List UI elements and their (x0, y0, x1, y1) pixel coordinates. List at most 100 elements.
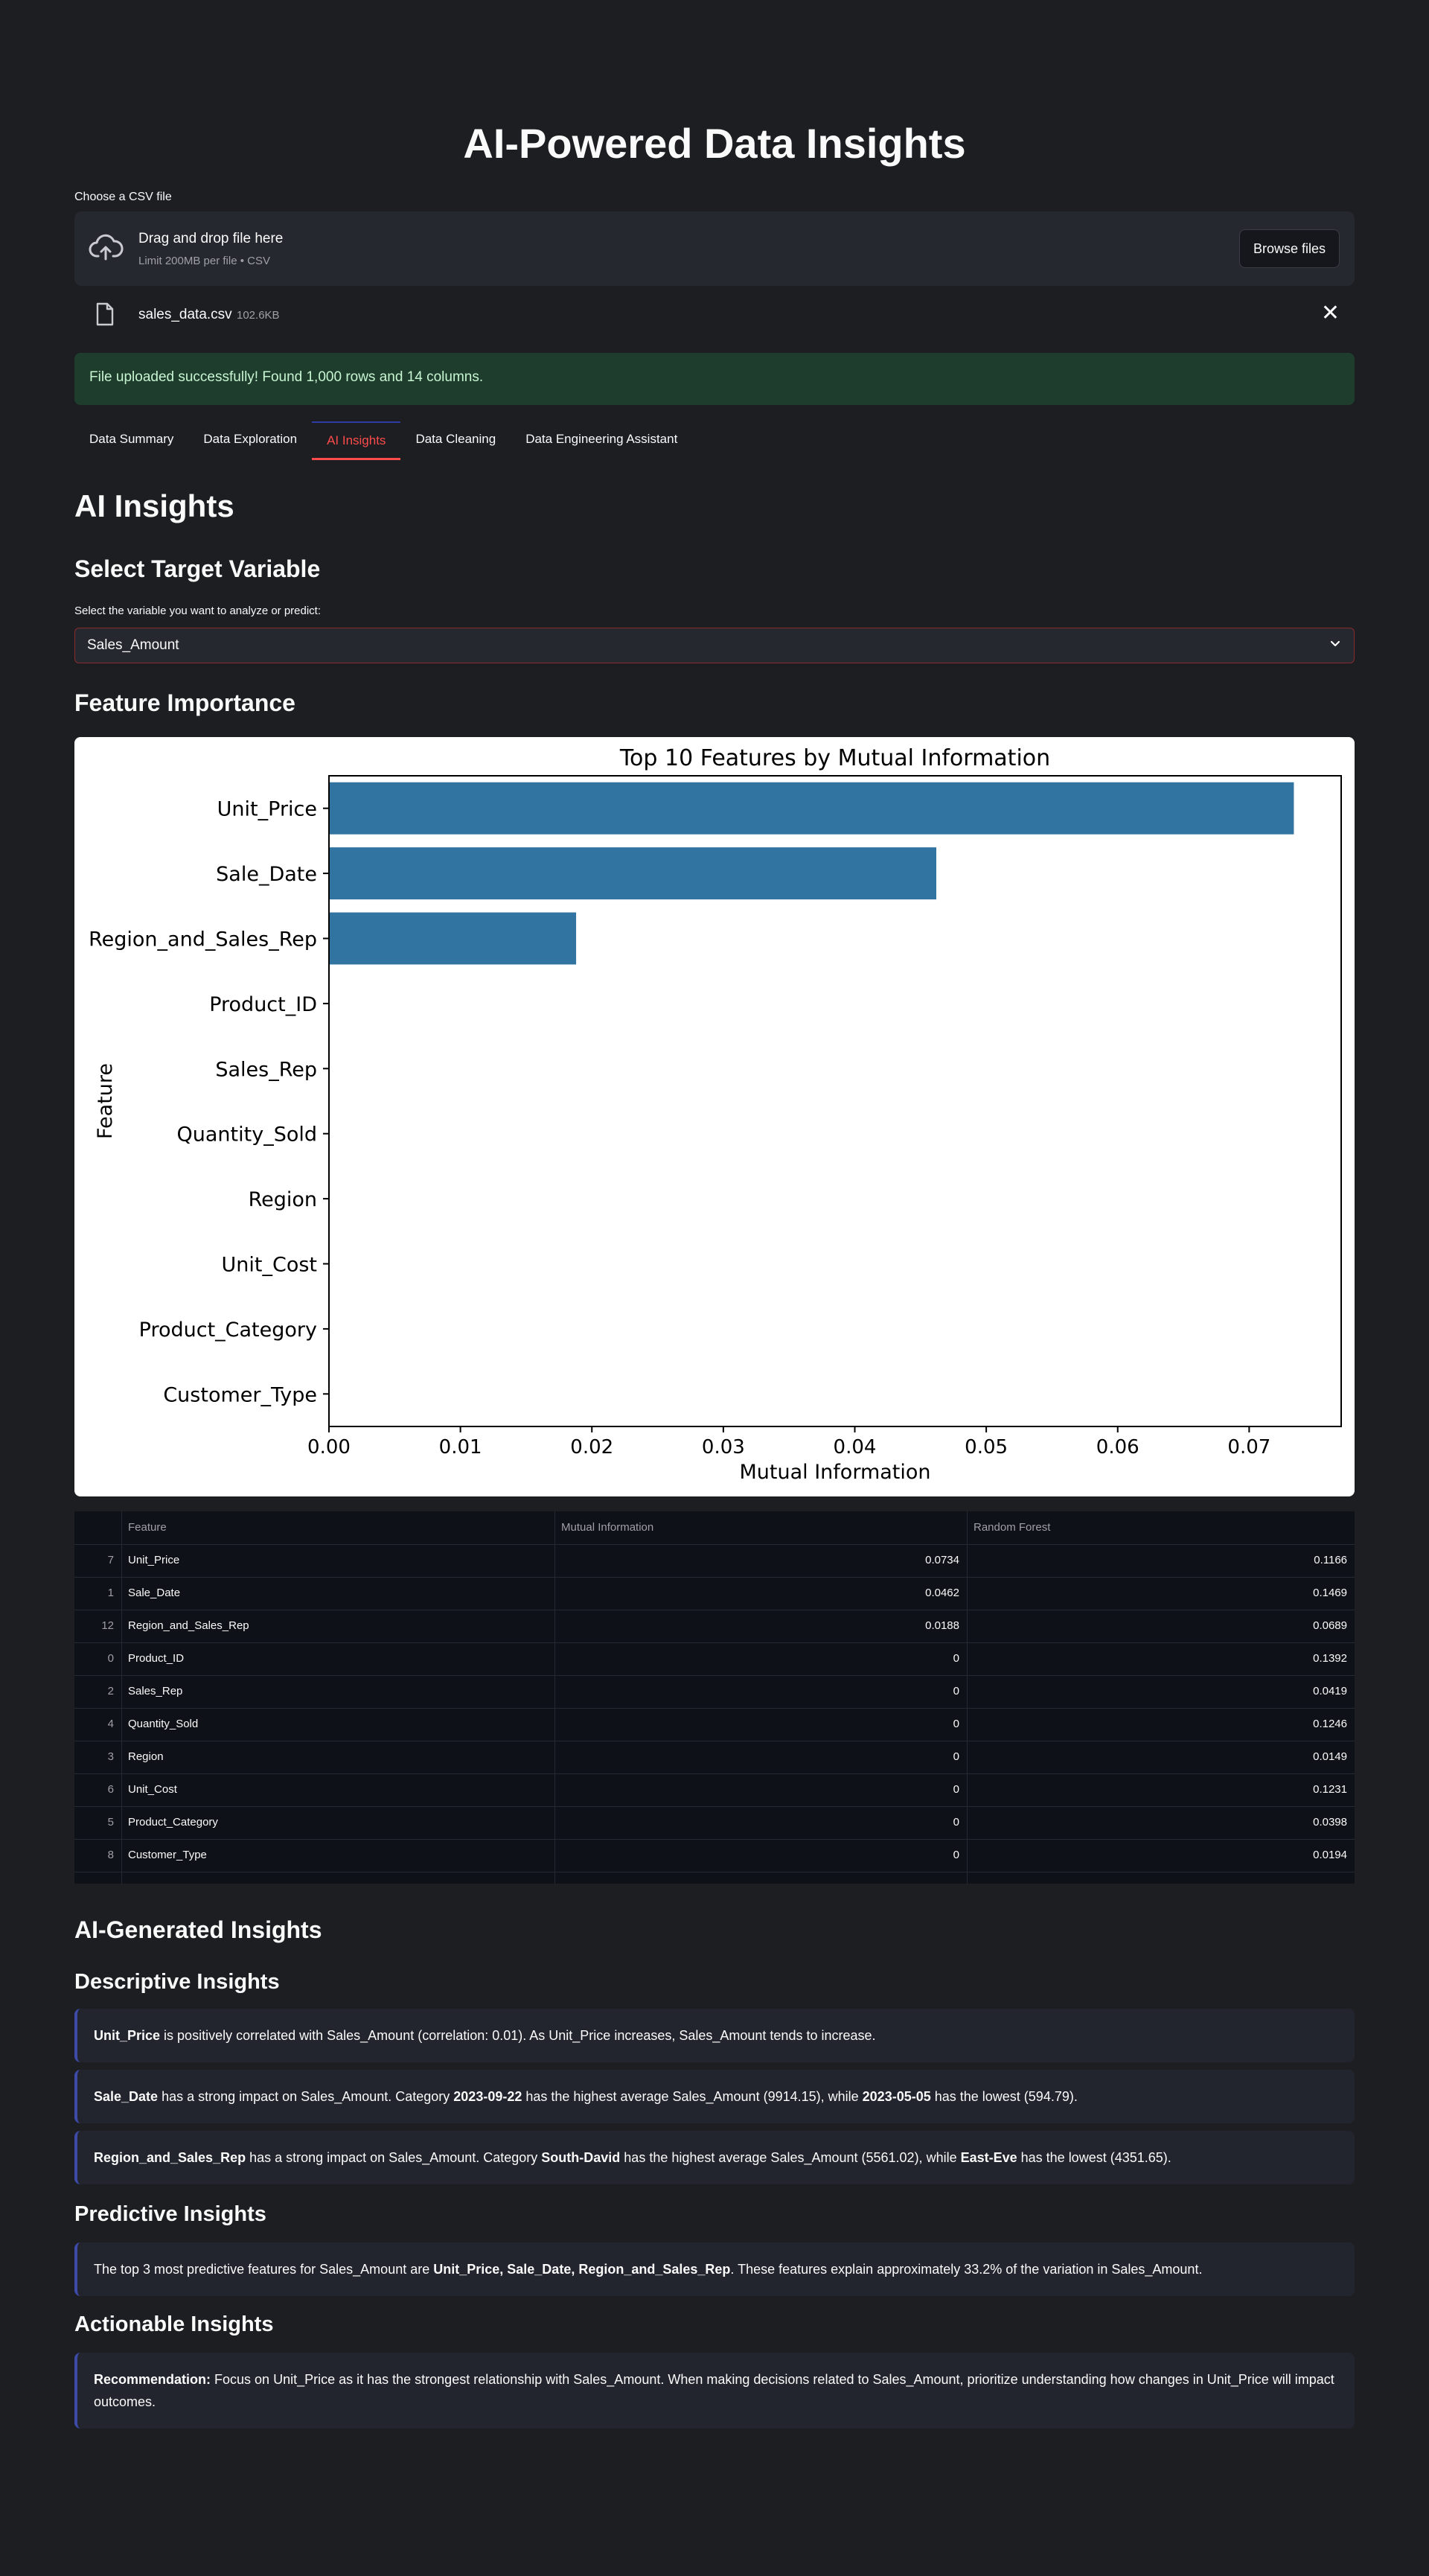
cell-feature[interactable]: Product_ID (122, 1642, 555, 1675)
table-row: 0 Product_ID 0 0.1392 (74, 1642, 1355, 1676)
cell-feature[interactable]: Region (122, 1741, 555, 1773)
insight-bold-text: East-Eve (960, 2150, 1017, 2165)
tab-data-exploration[interactable]: Data Exploration (188, 421, 312, 460)
cell-mutual-information[interactable]: 0 (555, 1741, 968, 1773)
cell-mutual-information[interactable]: 0.0462 (555, 1577, 968, 1610)
dropzone-limit-text: Limit 200MB per file • CSV (138, 255, 270, 267)
insight-bold-text: Unit_Price (94, 2028, 161, 2043)
x-tick-label: 0.00 (307, 1436, 351, 1458)
actionable-insights-heading: Actionable Insights (74, 2312, 274, 2336)
browse-files-button[interactable]: Browse files (1238, 229, 1340, 268)
x-tick-label: 0.06 (1096, 1436, 1139, 1458)
cell-random-forest[interactable]: 0.1246 (968, 1708, 1355, 1741)
cell-random-forest[interactable]: 0.1392 (968, 1642, 1355, 1675)
descriptive-insight-3: Region_and_Sales_Rep has a strong impact… (74, 2131, 1355, 2184)
y-tick-label: Region (249, 1188, 317, 1211)
row-index: 3 (74, 1741, 122, 1773)
cell-mutual-information[interactable]: 0 (555, 1708, 968, 1741)
row-index: 8 (74, 1839, 122, 1872)
cell-mutual-information[interactable]: 0.0188 (555, 1610, 968, 1642)
table-row: 12 Region_and_Sales_Rep 0.0188 0.0689 (74, 1610, 1355, 1643)
cell-feature[interactable]: Quantity_Sold (122, 1708, 555, 1741)
y-tick-label: Product_ID (209, 993, 317, 1016)
insight-text: has a strong impact on Sales_Amount. Cat… (246, 2150, 542, 2165)
y-tick-label: Region_and_Sales_Rep (89, 928, 317, 951)
column-header-feature[interactable]: Feature (122, 1511, 555, 1544)
cell-mutual-information[interactable]: 0 (555, 1642, 968, 1675)
tab-ai-insights[interactable]: AI Insights (312, 421, 401, 460)
chart-title: Top 10 Features by Mutual Information (619, 745, 1050, 771)
column-header-random-forest[interactable]: Random Forest (968, 1511, 1355, 1544)
cell-random-forest[interactable]: 0.0149 (968, 1741, 1355, 1773)
y-axis-label: Feature (94, 1063, 117, 1139)
cell-random-forest[interactable]: 0.0419 (968, 1675, 1355, 1708)
cell-feature[interactable]: Unit_Price (122, 1544, 555, 1577)
uploaded-file-row: sales_data.csv 102.6KB ✕ (74, 296, 1355, 334)
row-index: 12 (74, 1610, 122, 1642)
cell-random-forest[interactable]: 0.1469 (968, 1577, 1355, 1610)
insight-bold-text: 2023-09-22 (453, 2089, 522, 2104)
table-row: 7 Unit_Price 0.0734 0.1166 (74, 1544, 1355, 1578)
cell-feature[interactable]: Unit_Cost (122, 1773, 555, 1806)
insight-text: is positively correlated with Sales_Amou… (160, 2028, 876, 2043)
chevron-down-icon (1330, 640, 1340, 647)
bar-region-and-sales-rep (329, 912, 577, 965)
cell-mutual-information[interactable]: 0 (555, 1839, 968, 1872)
tab-bar: Data Summary Data Exploration AI Insight… (74, 421, 692, 460)
cell-mutual-information[interactable]: 0 (555, 1773, 968, 1806)
remove-file-close-icon[interactable]: ✕ (1321, 302, 1340, 325)
insight-text: has the lowest (4351.65). (1017, 2150, 1171, 2165)
cell-random-forest[interactable]: 0.0689 (968, 1610, 1355, 1642)
file-dropzone[interactable]: Drag and drop file here Limit 200MB per … (74, 211, 1355, 286)
target-variable-select[interactable]: Sales_Amount (74, 628, 1355, 663)
x-tick-label: 0.03 (702, 1436, 745, 1458)
tab-data-cleaning[interactable]: Data Cleaning (400, 421, 511, 460)
predictive-insight: The top 3 most predictive features for S… (74, 2242, 1355, 2296)
row-index: 4 (74, 1708, 122, 1741)
descriptive-insight-2: Sale_Date has a strong impact on Sales_A… (74, 2070, 1355, 2123)
cell-feature[interactable]: Sale_Date (122, 1577, 555, 1610)
page-title: AI-Powered Data Insights (463, 120, 966, 167)
table-row: 4 Quantity_Sold 0 0.1246 (74, 1708, 1355, 1741)
cell-random-forest[interactable]: 0.1166 (968, 1544, 1355, 1577)
insight-bold-text: Recommendation: (94, 2372, 211, 2387)
success-alert: File uploaded successfully! Found 1,000 … (74, 353, 1355, 405)
tab-data-engineering-assistant[interactable]: Data Engineering Assistant (511, 421, 692, 460)
feature-importance-chart: Top 10 Features by Mutual Information Uni… (74, 737, 1355, 1496)
x-tick-label: 0.07 (1227, 1436, 1270, 1458)
table-header-row: Feature Mutual Information Random Forest (74, 1511, 1355, 1545)
y-tick-label: Customer_Type (163, 1383, 317, 1406)
ai-generated-insights-heading: AI-Generated Insights (74, 1916, 322, 1943)
column-header-mutual-information[interactable]: Mutual Information (555, 1511, 968, 1544)
x-tick-label: 0.05 (965, 1436, 1008, 1458)
uploader-label: Choose a CSV file (74, 191, 172, 203)
tab-data-summary[interactable]: Data Summary (74, 421, 188, 460)
cell-mutual-information[interactable]: 0.0734 (555, 1544, 968, 1577)
cell-feature (122, 1872, 555, 1884)
cell-feature[interactable]: Customer_Type (122, 1839, 555, 1872)
cell-random-forest[interactable]: 0.0194 (968, 1839, 1355, 1872)
cell-random-forest[interactable]: 0.1231 (968, 1773, 1355, 1806)
cell-feature[interactable]: Sales_Rep (122, 1675, 555, 1708)
cell-feature[interactable]: Product_Category (122, 1806, 555, 1839)
cell-mutual-information[interactable]: 0 (555, 1675, 968, 1708)
cell-random-forest[interactable]: 0.0398 (968, 1806, 1355, 1839)
row-index: 2 (74, 1675, 122, 1708)
descriptive-insight-1: Unit_Price is positively correlated with… (74, 2009, 1355, 2062)
file-icon (96, 302, 114, 326)
row-index (74, 1872, 122, 1884)
feature-importance-table: Feature Mutual Information Random Forest… (74, 1511, 1355, 1884)
x-tick-label: 0.01 (439, 1436, 482, 1458)
feature-importance-bar-chart: Top 10 Features by Mutual Information Uni… (89, 745, 1342, 1484)
insight-text: has the highest average Sales_Amount (55… (620, 2150, 961, 2165)
insight-bold-text: Region_and_Sales_Rep (94, 2150, 246, 2165)
uploaded-file-size: 102.6KB (237, 309, 280, 322)
table-row: 2 Sales_Rep 0 0.0419 (74, 1675, 1355, 1709)
cell-feature[interactable]: Region_and_Sales_Rep (122, 1610, 555, 1642)
insight-text: has a strong impact on Sales_Amount. Cat… (158, 2089, 454, 2104)
table-row (74, 1872, 1355, 1884)
y-tick-label: Sales_Rep (215, 1058, 317, 1081)
table-row: 6 Unit_Cost 0 0.1231 (74, 1773, 1355, 1807)
cell-mutual-information[interactable]: 0 (555, 1806, 968, 1839)
insight-bold-text: 2023-05-05 (862, 2089, 931, 2104)
